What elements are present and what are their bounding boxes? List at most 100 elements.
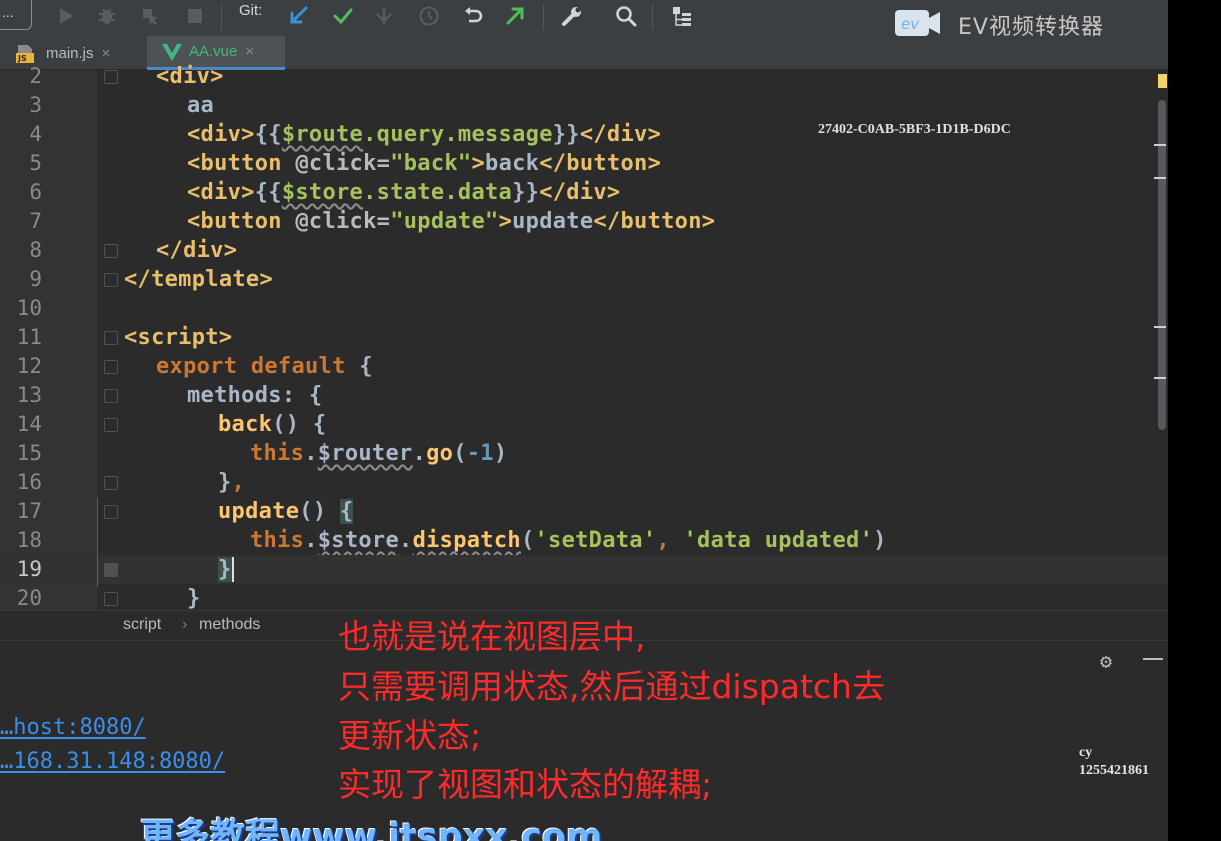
code-line: 2 <div> (0, 62, 1168, 91)
line-number: 8 (29, 238, 42, 262)
scroll-marker[interactable] (1154, 144, 1166, 146)
code-line: 11 <script> (0, 323, 1168, 352)
git-label: Git: (239, 2, 263, 19)
line-number: 12 (16, 354, 42, 378)
toolbar-divider (221, 4, 222, 30)
code-line: 7 <button @click="update">update</button… (0, 207, 1168, 236)
toolbar-divider (652, 4, 653, 30)
code-line: 18 this.$store.dispatch('setData', 'data… (0, 526, 1168, 555)
line-number: 14 (16, 412, 42, 436)
wrench-icon[interactable] (560, 4, 584, 28)
watermark-code: 27402-C0AB-5BF3-1D1B-D6DC (818, 122, 1011, 137)
code-text: <div>{{$route.query.message}}</div> (187, 122, 662, 147)
git-history-icon[interactable] (417, 4, 441, 28)
line-number: 4 (29, 122, 42, 146)
code-text: methods: { (187, 383, 323, 408)
code-text: <button @click="update">update</button> (187, 209, 716, 234)
code-text: <div> (156, 64, 224, 89)
coverage-icon[interactable] (138, 4, 162, 28)
line-number: 19 (16, 557, 42, 581)
line-number: 20 (16, 586, 42, 610)
git-commit-icon[interactable] (331, 4, 355, 28)
debug-icon[interactable] (95, 4, 119, 28)
minimize-icon[interactable] (1143, 658, 1163, 660)
line-number: 11 (16, 325, 42, 349)
line-number: 6 (29, 180, 42, 204)
line-number: 7 (29, 209, 42, 233)
structure-icon[interactable] (670, 4, 694, 28)
code-line: 13 methods: { (0, 381, 1168, 410)
code-text: } (218, 557, 234, 582)
project-selector-button[interactable]: ... (0, 0, 32, 30)
line-number: 18 (16, 528, 42, 552)
vue-file-icon (161, 42, 183, 62)
git-push-icon[interactable] (503, 4, 527, 28)
code-text: <div>{{$store.state.data}}</div> (187, 180, 621, 205)
change-marker (97, 497, 98, 587)
js-file-icon: JS (16, 43, 40, 63)
code-line: 14 back() { (0, 410, 1168, 439)
code-line: 8 </div> (0, 236, 1168, 265)
code-text: </template> (124, 267, 273, 292)
network-url-link[interactable]: …168.31.148:8080/ (0, 749, 225, 774)
inspection-status-icon[interactable] (1158, 74, 1167, 88)
scroll-marker[interactable] (1154, 326, 1166, 328)
fold-marker-icon[interactable] (104, 360, 118, 374)
breadcrumb-item[interactable]: methods (199, 616, 260, 634)
stop-icon[interactable] (183, 4, 207, 28)
tab-label: AA.vue (189, 43, 238, 60)
fold-marker-icon[interactable] (104, 418, 118, 432)
scroll-marker[interactable] (1154, 177, 1166, 179)
fold-marker-icon[interactable] (104, 476, 118, 490)
search-icon[interactable] (614, 4, 638, 28)
code-text: } (187, 586, 201, 611)
subtitle-line: 只需要调用状态,然后通过dispatch去 (338, 667, 885, 706)
scroll-marker[interactable] (1154, 377, 1166, 379)
site-watermark: 更多教程www.itspxx.com (140, 817, 603, 841)
code-text: export default { (156, 354, 373, 379)
code-text: back() { (218, 412, 327, 437)
line-number: 15 (16, 441, 42, 465)
code-text: <button @click="back">back</button> (187, 151, 662, 176)
line-number: 5 (29, 151, 42, 175)
git-rollback-icon[interactable] (461, 4, 485, 28)
fold-marker-icon[interactable] (104, 505, 118, 519)
line-number: 13 (16, 383, 42, 407)
code-line: 16 }, (0, 468, 1168, 497)
code-editor[interactable]: 2 <div> 3 aa 4 <div>{{$route.query.messa… (0, 64, 1168, 611)
line-number: 3 (29, 93, 42, 117)
fold-marker-icon[interactable] (104, 592, 118, 606)
breadcrumb-item[interactable]: script (123, 616, 161, 634)
code-text: }, (218, 470, 246, 495)
fold-marker-icon[interactable] (104, 70, 118, 84)
run-icon[interactable] (54, 4, 78, 28)
chevron-right-icon: › (182, 616, 188, 633)
local-url-link[interactable]: …host:8080/ (0, 715, 146, 740)
fold-marker-icon[interactable] (104, 563, 118, 577)
code-text: update() { (218, 499, 354, 524)
code-line: 9 </template> (0, 265, 1168, 294)
subtitle-line: 更新状态; (338, 716, 482, 755)
line-number: 9 (29, 267, 42, 291)
code-line: 17 update() { (0, 497, 1168, 526)
fold-marker-icon[interactable] (104, 273, 118, 287)
fold-marker-icon[interactable] (104, 331, 118, 345)
editor-scrollbar[interactable] (1158, 100, 1166, 430)
code-line: 12 export default { (0, 352, 1168, 381)
code-line: 6 <div>{{$store.state.data}}</div> (0, 178, 1168, 207)
code-text: this.$router.go(-1) (250, 441, 508, 466)
code-text: <script> (124, 325, 233, 350)
git-merge-icon[interactable] (372, 4, 396, 28)
fold-marker-icon[interactable] (104, 389, 118, 403)
subtitle-line: 实现了视图和状态的解耦; (338, 765, 713, 804)
toolbar-divider (543, 4, 544, 30)
letterbox-bar (1168, 0, 1221, 841)
line-number: 2 (29, 64, 42, 88)
close-icon[interactable]: × (102, 45, 111, 62)
fold-marker-icon[interactable] (104, 244, 118, 258)
tab-label: main.js (46, 44, 94, 62)
gear-icon[interactable]: ⚙ (1100, 649, 1112, 673)
git-update-icon[interactable] (286, 4, 310, 28)
line-number: 16 (16, 470, 42, 494)
close-icon[interactable]: × (245, 43, 254, 60)
